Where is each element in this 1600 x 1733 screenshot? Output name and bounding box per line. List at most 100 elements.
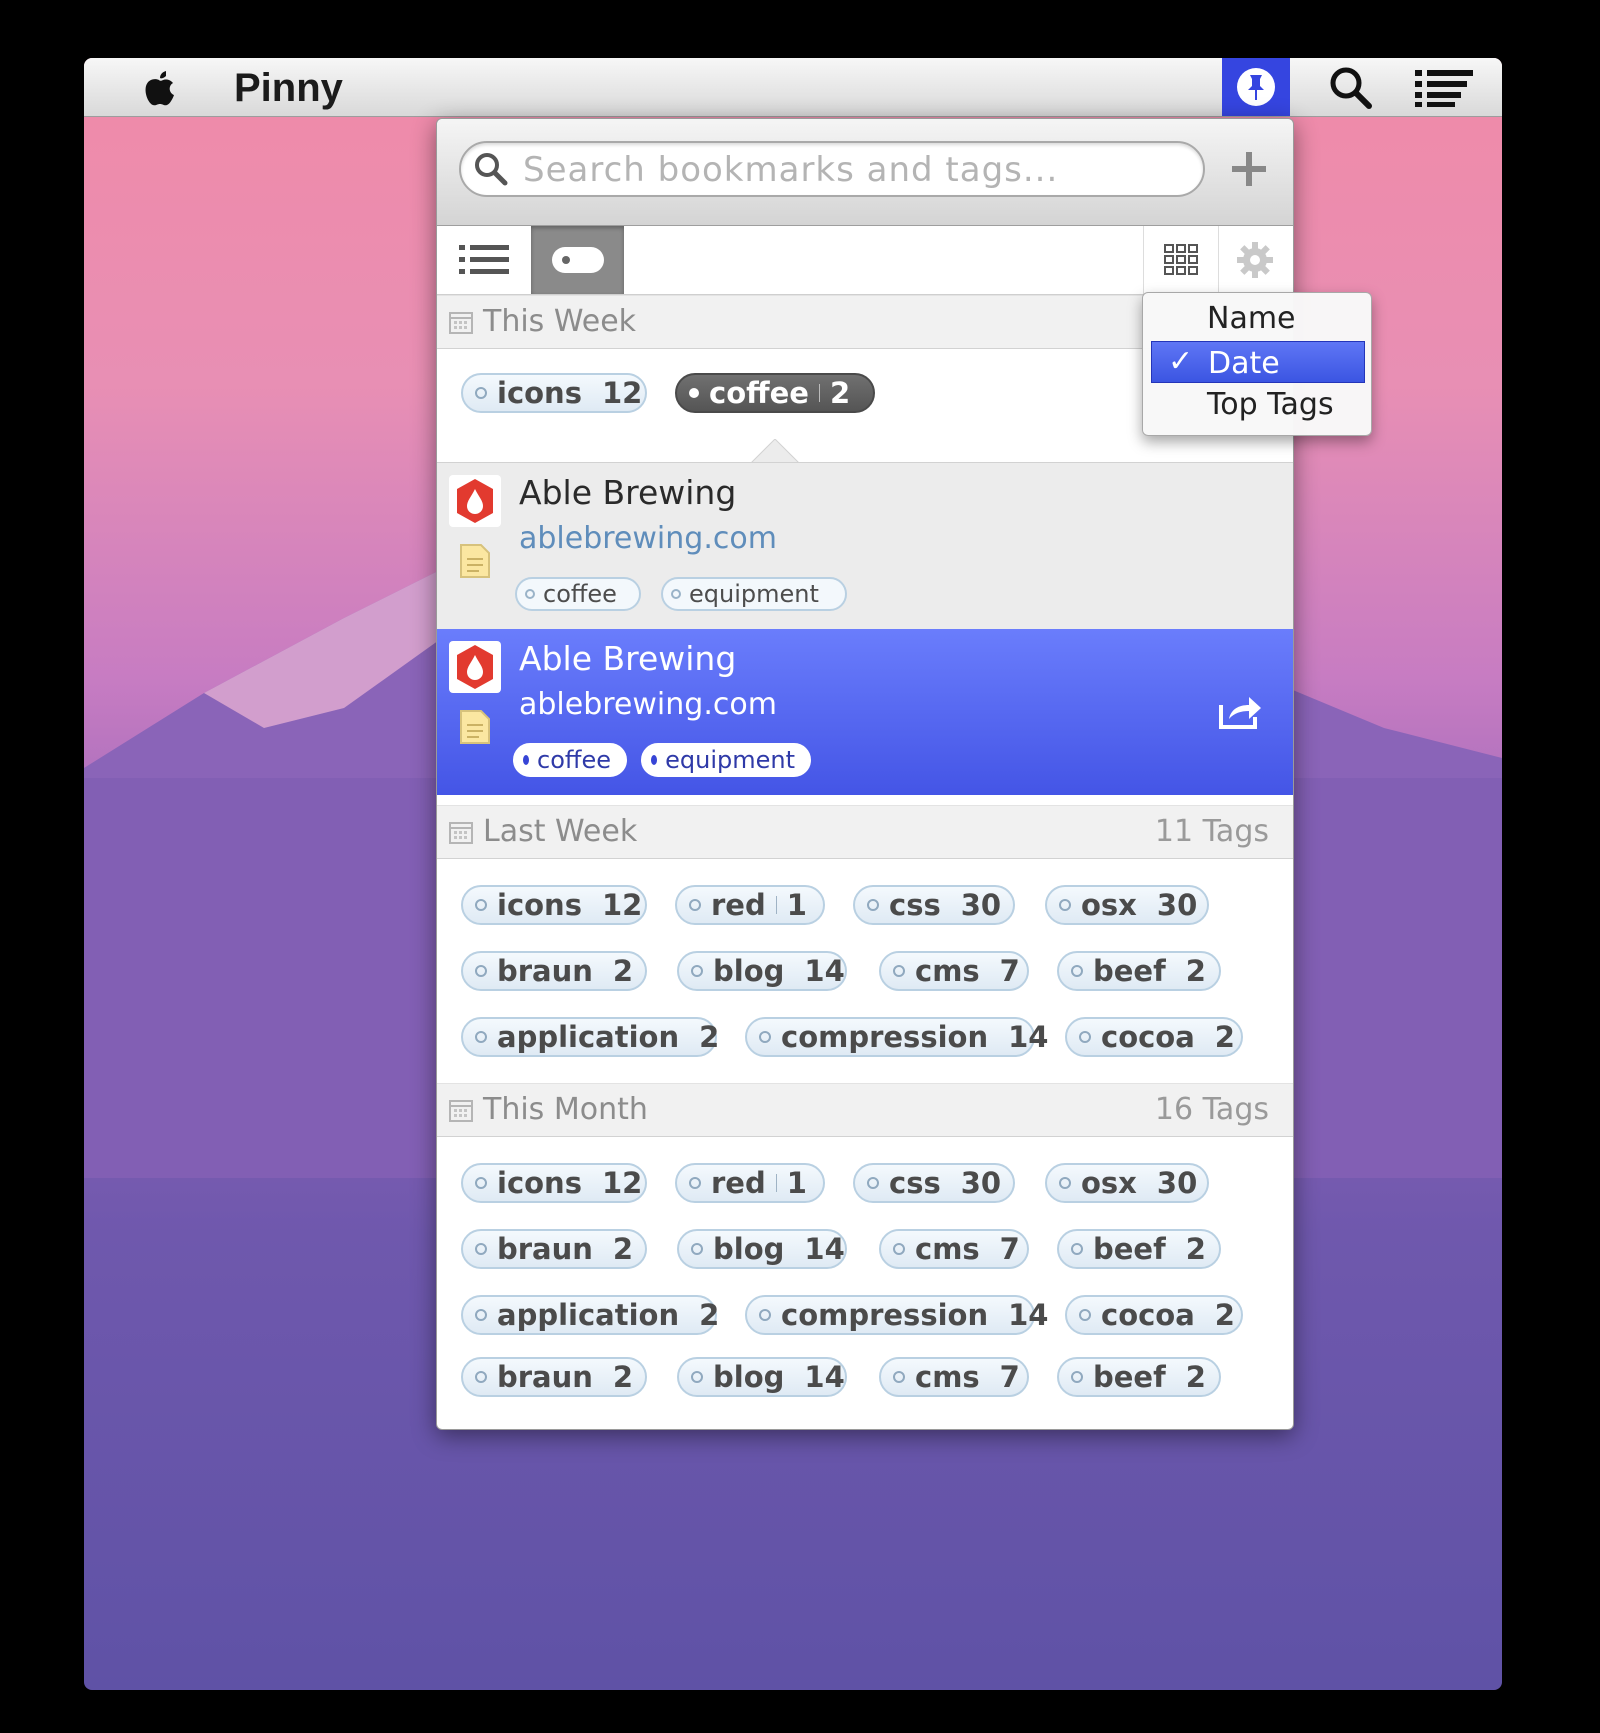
tag-count: 7 bbox=[999, 1360, 1020, 1394]
tag-name: blog bbox=[713, 1232, 785, 1266]
tag-dot-icon bbox=[475, 1371, 487, 1383]
tag-pill[interactable]: braun 2 bbox=[461, 951, 647, 991]
sort-button[interactable] bbox=[1143, 226, 1219, 294]
tag-name: cocoa bbox=[1101, 1298, 1195, 1332]
tag-pill[interactable]: css 30 bbox=[853, 885, 1015, 925]
search-input[interactable] bbox=[521, 149, 1185, 191]
settings-button[interactable] bbox=[1217, 226, 1293, 294]
checkmark-icon: ✓ bbox=[1168, 344, 1194, 379]
tag-pill[interactable]: braun 2 bbox=[461, 1357, 647, 1397]
tag-pill[interactable]: cms 7 bbox=[879, 951, 1029, 991]
add-bookmark-button[interactable] bbox=[1229, 149, 1269, 189]
sort-option-name[interactable]: Name bbox=[1151, 297, 1365, 339]
tag-dot-icon bbox=[893, 965, 905, 977]
tag-pill-icon bbox=[551, 247, 604, 273]
tag-pill[interactable]: cocoa 2 bbox=[1065, 1017, 1243, 1057]
tag-count: 14 bbox=[804, 1232, 845, 1266]
apple-icon[interactable] bbox=[136, 64, 182, 110]
bookmark-tag[interactable]: coffee bbox=[513, 743, 627, 777]
tag-dot-icon bbox=[475, 1031, 487, 1043]
tag-pill[interactable]: beef 2 bbox=[1057, 1229, 1221, 1269]
section-title: This Month bbox=[483, 1092, 648, 1127]
tag-count: 14 bbox=[1008, 1298, 1049, 1332]
tag-count: 7 bbox=[999, 954, 1020, 988]
search-field-container[interactable] bbox=[459, 141, 1205, 197]
section-header-last-week: Last Week 11 Tags bbox=[437, 805, 1293, 859]
tag-dot-icon bbox=[1059, 899, 1071, 911]
selection-pointer bbox=[751, 439, 799, 463]
tag-pill[interactable]: cms 7 bbox=[879, 1229, 1029, 1269]
tag-pill[interactable]: red 1 bbox=[675, 1163, 825, 1203]
sort-option-label: Top Tags bbox=[1207, 387, 1334, 422]
tag-pill[interactable]: beef 2 bbox=[1057, 1357, 1221, 1397]
bookmark-tag[interactable]: equipment bbox=[641, 743, 811, 777]
tag-count: 14 bbox=[804, 1360, 845, 1394]
tag-pill[interactable]: cms 7 bbox=[879, 1357, 1029, 1397]
bookmark-row-selected[interactable]: Able Brewing ablebrewing.com coffee equi… bbox=[437, 629, 1293, 795]
tag-pill[interactable]: cocoa 2 bbox=[1065, 1295, 1243, 1335]
tag-count: 2 bbox=[612, 1360, 634, 1394]
tag-pill[interactable]: braun 2 bbox=[461, 1229, 647, 1269]
favicon bbox=[449, 641, 501, 693]
tag-pill[interactable]: application 2 bbox=[461, 1295, 719, 1335]
section-header-this-month: This Month 16 Tags bbox=[437, 1083, 1293, 1137]
tag-name: coffee bbox=[537, 746, 611, 774]
tag-dot-icon bbox=[1071, 1371, 1083, 1383]
bookmark-tag[interactable]: coffee bbox=[515, 577, 641, 611]
search-bar bbox=[437, 119, 1293, 226]
share-icon[interactable] bbox=[1217, 691, 1263, 731]
tag-dot-icon bbox=[1071, 1243, 1083, 1255]
tag-count: 30 bbox=[1156, 1166, 1198, 1200]
tag-name: blog bbox=[713, 1360, 785, 1394]
sort-option-top-tags[interactable]: Top Tags bbox=[1151, 383, 1365, 425]
tag-pill[interactable]: blog 14 bbox=[677, 1229, 847, 1269]
tag-dot-icon bbox=[475, 899, 487, 911]
list-view-button[interactable] bbox=[437, 226, 531, 294]
tag-name: cms bbox=[915, 1360, 980, 1394]
bookmark-url[interactable]: ablebrewing.com bbox=[519, 687, 777, 722]
bookmark-row[interactable]: Able Brewing ablebrewing.com coffee equi… bbox=[437, 462, 1293, 629]
tag-pill[interactable]: icons 12 bbox=[461, 373, 647, 413]
tag-dot-icon bbox=[867, 899, 879, 911]
tag-view-button[interactable] bbox=[531, 226, 624, 294]
tag-count: 2 bbox=[1185, 1232, 1206, 1266]
sort-option-label: Name bbox=[1207, 301, 1296, 336]
notification-list-icon[interactable] bbox=[1415, 68, 1473, 108]
tag-dot-icon bbox=[475, 1309, 487, 1321]
tag-dot-icon bbox=[651, 755, 658, 765]
tag-count: 2 bbox=[1185, 1360, 1206, 1394]
tag-pill[interactable]: osx 30 bbox=[1045, 885, 1209, 925]
tag-pill[interactable]: icons 12 bbox=[461, 1163, 647, 1203]
tag-name: equipment bbox=[665, 746, 795, 774]
spotlight-search-icon[interactable] bbox=[1329, 66, 1373, 110]
pinny-tray-icon[interactable] bbox=[1222, 58, 1290, 116]
tag-pill-selected[interactable]: coffee 2 bbox=[675, 373, 875, 413]
tag-pill[interactable]: red 1 bbox=[675, 885, 825, 925]
app-name[interactable]: Pinny bbox=[234, 66, 343, 111]
tag-pill[interactable]: compression 14 bbox=[745, 1295, 1048, 1335]
note-icon[interactable] bbox=[459, 709, 491, 745]
sort-menu: Name ✓ Date Top Tags bbox=[1142, 292, 1372, 436]
able-brewing-logo-icon bbox=[457, 645, 493, 689]
tag-count: 30 bbox=[1156, 888, 1198, 922]
tag-count: 30 bbox=[960, 1166, 1002, 1200]
tag-pill[interactable]: beef 2 bbox=[1057, 951, 1221, 991]
bookmark-tag[interactable]: equipment bbox=[661, 577, 847, 611]
tag-count: 14 bbox=[804, 954, 845, 988]
tag-count: 2 bbox=[1214, 1020, 1235, 1054]
tag-pill[interactable]: icons 12 bbox=[461, 885, 647, 925]
tag-dot-icon bbox=[689, 899, 701, 911]
tag-pill[interactable]: css 30 bbox=[853, 1163, 1015, 1203]
tag-pill[interactable]: compression 14 bbox=[745, 1017, 1048, 1057]
tag-pill[interactable]: blog 14 bbox=[677, 1357, 847, 1397]
bookmark-url[interactable]: ablebrewing.com bbox=[519, 521, 777, 556]
tag-dot-icon bbox=[475, 1243, 487, 1255]
tag-pill[interactable]: osx 30 bbox=[1045, 1163, 1209, 1203]
sort-option-date[interactable]: ✓ Date bbox=[1151, 341, 1365, 383]
tag-pill[interactable]: application 2 bbox=[461, 1017, 719, 1057]
tag-count: 12 bbox=[601, 888, 643, 922]
tag-count: 2 bbox=[829, 376, 851, 410]
note-icon[interactable] bbox=[459, 543, 491, 579]
tag-dot-icon bbox=[689, 1177, 701, 1189]
tag-pill[interactable]: blog 14 bbox=[677, 951, 847, 991]
